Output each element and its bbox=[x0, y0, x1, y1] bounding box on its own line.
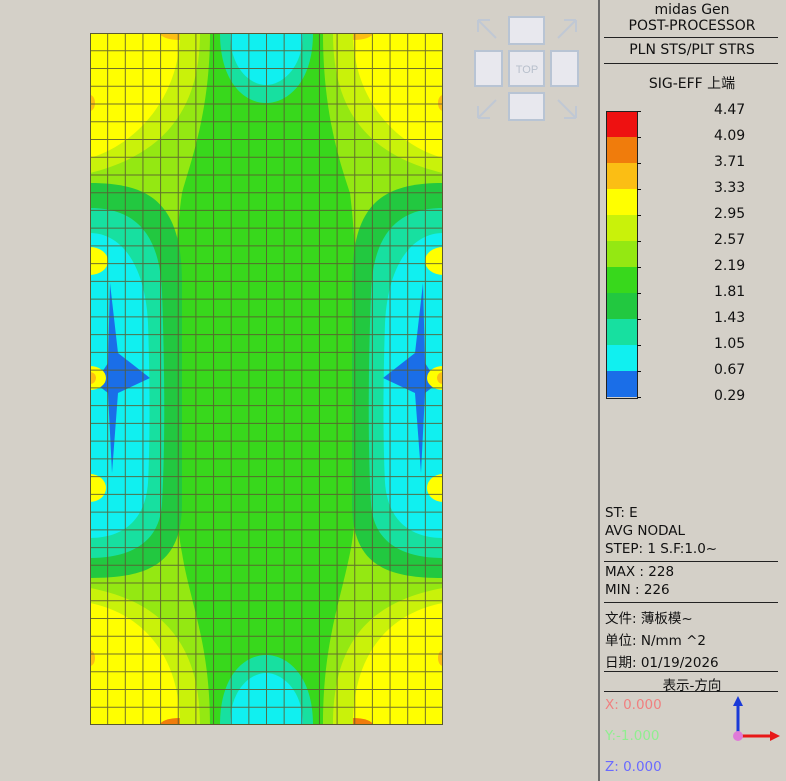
legend-panel: midas Gen POST-PROCESSOR PLN STS/PLT STR… bbox=[600, 0, 786, 781]
legend-value-label: 4.09 bbox=[714, 128, 746, 144]
step-label: STEP: 1 S.F:1.0~ bbox=[605, 541, 718, 557]
view-direction-x: X: 0.000 bbox=[605, 697, 662, 713]
legend-tick bbox=[637, 137, 641, 138]
legend-value-label: 1.81 bbox=[714, 284, 746, 300]
averaging-label: AVG NODAL bbox=[605, 523, 685, 539]
legend-tick bbox=[637, 397, 641, 398]
min-label: MIN : 226 bbox=[605, 582, 670, 598]
legend-value-label: 1.43 bbox=[714, 310, 746, 326]
legend-tick bbox=[637, 111, 641, 112]
date-label: 日期: 01/19/2026 bbox=[605, 655, 719, 671]
divider bbox=[604, 63, 778, 64]
divider bbox=[604, 602, 778, 603]
stress-contour-plate bbox=[90, 33, 443, 725]
app-name: midas Gen bbox=[654, 2, 730, 18]
legend-value-label: 2.95 bbox=[714, 206, 746, 222]
legend-tick bbox=[637, 267, 641, 268]
legend-tick bbox=[637, 345, 641, 346]
view-direction-y: Y:-1.000 bbox=[605, 728, 660, 744]
legend-value-label: 0.67 bbox=[714, 362, 746, 378]
legend-value-label: 2.57 bbox=[714, 232, 746, 248]
file-label: 文件: 薄板模~ bbox=[605, 611, 693, 627]
legend-tick bbox=[637, 163, 641, 164]
stress-component: SIG-EFF 上端 bbox=[648, 76, 736, 92]
divider bbox=[604, 37, 778, 38]
stage-label: ST: E bbox=[605, 505, 638, 521]
legend-tick bbox=[637, 189, 641, 190]
max-label: MAX : 228 bbox=[605, 564, 675, 580]
legend-tick bbox=[637, 215, 641, 216]
legend-value-label: 3.33 bbox=[714, 180, 746, 196]
divider bbox=[604, 561, 778, 562]
legend-tick bbox=[637, 371, 641, 372]
result-type: PLN STS/PLT STRS bbox=[629, 42, 755, 58]
legend-value-label: 2.19 bbox=[714, 258, 746, 274]
unit-label: 单位: N/mm ^2 bbox=[605, 633, 706, 649]
legend-tick bbox=[637, 293, 641, 294]
view-direction-z: Z: 0.000 bbox=[605, 759, 662, 775]
view-navigation-cube[interactable]: TOP bbox=[472, 14, 582, 124]
legend-tick bbox=[637, 319, 641, 320]
legend-value-label: 0.29 bbox=[714, 388, 746, 404]
legend-value-label: 4.47 bbox=[714, 102, 746, 118]
divider bbox=[604, 671, 778, 672]
nav-cube-top-label[interactable]: TOP bbox=[516, 64, 538, 76]
axes-triad-icon bbox=[726, 694, 782, 750]
processor-mode: POST-PROCESSOR bbox=[628, 18, 756, 34]
legend-value-label: 3.71 bbox=[714, 154, 746, 170]
divider bbox=[604, 691, 778, 692]
legend-value-label: 1.05 bbox=[714, 336, 746, 352]
legend-bar-border bbox=[606, 111, 638, 399]
legend-tick bbox=[637, 241, 641, 242]
